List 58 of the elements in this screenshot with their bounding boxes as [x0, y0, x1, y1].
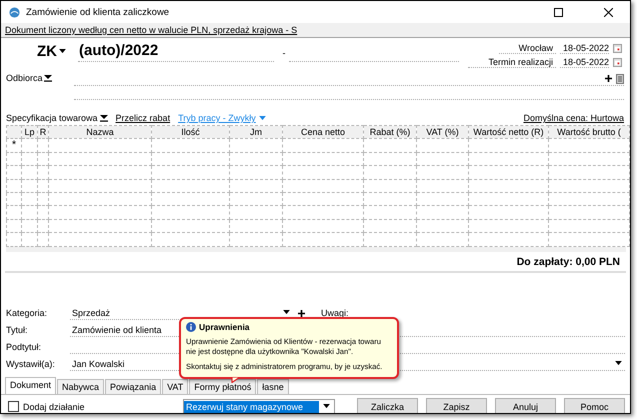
- tab[interactable]: Powiązania: [105, 378, 162, 394]
- specification-menu[interactable]: Specyfikacja towarowa: [6, 113, 108, 123]
- work-mode-menu[interactable]: Tryb pracy - Zwykły: [178, 113, 266, 123]
- column-header[interactable]: VAT (%): [416, 126, 468, 139]
- app-icon: [9, 6, 20, 18]
- maximize-icon[interactable]: [554, 8, 562, 16]
- date-field[interactable]: 18-05-2022: [560, 42, 609, 54]
- column-header[interactable]: R: [38, 126, 48, 139]
- list-icon[interactable]: [616, 74, 624, 84]
- info-icon: [186, 322, 196, 332]
- caret-icon[interactable]: [100, 114, 108, 122]
- caret-icon[interactable]: [615, 361, 622, 366]
- dialog-button[interactable]: Pomoc: [564, 398, 625, 413]
- notes-label: Uwagi:: [321, 308, 349, 318]
- total-amount: Do zapłaty: 0,00 PLN: [5, 252, 626, 273]
- caret-icon[interactable]: [59, 48, 66, 54]
- tab[interactable]: Dokument: [5, 376, 56, 394]
- checkbox-label: Dodaj działanie: [23, 402, 85, 412]
- recalculate-discount-link[interactable]: Przelicz rabat: [116, 113, 170, 123]
- document-number[interactable]: (auto)/2022: [78, 42, 274, 62]
- new-row-marker: *: [10, 140, 18, 152]
- add-icon[interactable]: [298, 310, 305, 317]
- field-label: Wystawił(a):: [6, 359, 56, 370]
- dialog-button[interactable]: Zaliczka: [357, 398, 418, 413]
- caret-icon[interactable]: [323, 404, 330, 410]
- date-label: Wrocław: [498, 42, 556, 54]
- default-price-link[interactable]: Domyślna cena: Hurtowa: [523, 113, 624, 123]
- column-header[interactable]: Wartość brutto (: [548, 126, 630, 139]
- column-header[interactable]: Ilość: [152, 126, 230, 139]
- reservation-dropdown[interactable]: Rezerwuj stany magazynowe: [183, 399, 335, 413]
- column-header[interactable]: Rabat (%): [364, 126, 416, 139]
- dialog-button[interactable]: Zapisz: [426, 398, 487, 413]
- dialog-button[interactable]: Anuluj: [495, 398, 556, 413]
- close-icon[interactable]: [604, 8, 612, 16]
- date-field[interactable]: 18-05-2022: [560, 56, 609, 68]
- field-label: Podtytuł:: [6, 342, 42, 352]
- column-header[interactable]: Nazwa: [48, 126, 152, 139]
- column-header[interactable]: Wartość netto (R): [468, 126, 548, 139]
- window-title: Zamówienie od klienta zaliczkowe: [26, 6, 170, 18]
- document-type-menu[interactable]: ZK: [37, 42, 66, 60]
- caret-icon[interactable]: [44, 74, 52, 82]
- tab[interactable]: VAT: [162, 378, 188, 394]
- recipient-menu[interactable]: Odbiorca: [6, 72, 52, 84]
- column-header[interactable]: Lp: [22, 126, 38, 139]
- tab[interactable]: łasne: [257, 378, 289, 394]
- field-label: Tytuł:: [6, 325, 29, 336]
- column-header[interactable]: Cena netto: [282, 126, 364, 139]
- column-header[interactable]: Jm: [230, 126, 282, 139]
- tab[interactable]: Formy płatnoś: [189, 378, 256, 394]
- date-label: Termin realizacji: [468, 56, 556, 68]
- tooltip-title: Uprawnienia: [199, 322, 250, 332]
- calendar-icon[interactable]: [613, 44, 622, 52]
- calendar-icon[interactable]: [613, 58, 622, 66]
- checkbox[interactable]: [8, 401, 19, 412]
- add-icon[interactable]: [605, 75, 612, 82]
- tab[interactable]: Nabywca: [57, 378, 104, 394]
- field-label: Kategoria:: [6, 308, 48, 318]
- number-separator: -: [282, 48, 286, 58]
